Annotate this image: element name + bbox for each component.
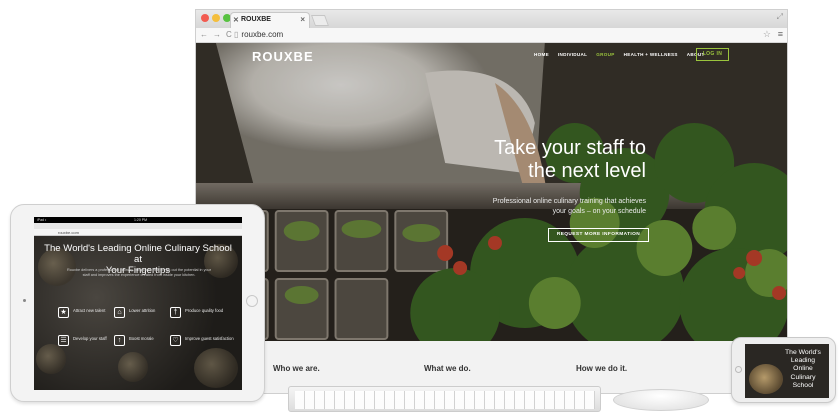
window-controls — [201, 14, 231, 22]
tablet-subtitle: Rouxbe delivers a professional culinary … — [50, 268, 228, 278]
feature-quality-food[interactable]: † Produce quality food — [170, 305, 240, 323]
phone-title-line3: Online — [793, 365, 813, 373]
how-we-do-it-link[interactable]: How we do it. — [576, 364, 627, 373]
site-logo[interactable]: ROUXBE — [252, 49, 314, 64]
fullscreen-icon[interactable]: ⤢ — [777, 12, 783, 22]
browser-tab-bar: ✕ ROUXBE × ⤢ — [196, 10, 787, 28]
hero-section: ROUXBE HOME INDIVIDUAL GROUP HEALTH + WE… — [196, 43, 787, 341]
tablet-carrier: iPad • — [37, 218, 47, 222]
tablet-home-button[interactable] — [246, 295, 258, 307]
phone-title-line1: The World's — [785, 349, 821, 356]
browser-tab[interactable]: ✕ ROUXBE × — [230, 12, 310, 28]
feature-label: Produce quality food — [185, 308, 224, 313]
hero-subtitle-line1: Professional online culinary training th… — [492, 198, 646, 205]
nav-individual[interactable]: INDIVIDUAL — [558, 52, 587, 57]
tablet-camera — [23, 299, 26, 302]
phone-home-button[interactable] — [735, 366, 742, 373]
phone-device: The World's Leading Online Culinary Scho… — [731, 337, 836, 403]
chart-icon: ☰ — [58, 335, 69, 346]
phone-title-line5: School — [792, 381, 814, 389]
site-top-nav: HOME INDIVIDUAL GROUP HEALTH + WELLNESS … — [534, 52, 705, 57]
tablet-url-text: rouxbe.com — [58, 230, 79, 235]
star-icon: ★ — [58, 307, 69, 318]
login-button[interactable]: LOG IN — [696, 48, 729, 61]
browser-tab-title: ROUXBE — [241, 16, 271, 23]
heart-icon: ♡ — [170, 335, 181, 346]
browser-menu-icon[interactable]: ≡ — [778, 29, 783, 39]
nav-group[interactable]: GROUP — [596, 52, 614, 57]
tablet-subtitle-line2: staff and improves the experience create… — [82, 273, 196, 277]
close-window-button[interactable] — [201, 14, 209, 22]
hero-kitchen-photo — [196, 43, 787, 341]
forward-arrow-icon[interactable]: → — [213, 30, 221, 39]
hero-title-line1: Take your staff to — [494, 137, 646, 159]
nav-health-wellness[interactable]: HEALTH + WELLNESS — [624, 52, 678, 57]
tablet-address-bar[interactable]: rouxbe.com — [34, 229, 242, 236]
rouxbe-favicon-icon: ✕ — [233, 17, 239, 24]
tablet-screen: iPad • 1:20 PM rouxbe.com The World's Le… — [34, 217, 242, 390]
phone-title: The World's Leading Online Culinary Scho… — [779, 349, 827, 390]
page-icon: ▯ — [234, 30, 239, 39]
device-mockup-scene: ✕ ROUXBE × ⤢ ← → C ▯ rouxbe.com ☆ ≡ ROUX… — [0, 0, 839, 414]
feature-label: Improve guest satisfaction — [185, 336, 234, 341]
phone-screen: The World's Leading Online Culinary Scho… — [745, 344, 829, 398]
tablet-title-line1: The World's Leading Online Culinary Scho… — [44, 243, 232, 265]
url-field[interactable]: ▯ rouxbe.com — [234, 30, 283, 39]
nav-home[interactable]: HOME — [534, 52, 549, 57]
bowl-image — [194, 348, 238, 388]
what-we-do-link[interactable]: What we do. — [424, 364, 471, 373]
url-text: rouxbe.com — [241, 30, 284, 39]
keyboard-keys — [295, 391, 595, 409]
browser-nav-buttons: ← → C — [200, 30, 232, 39]
phone-title-line2: Leading — [790, 357, 816, 365]
phone-title-line4: Culinary — [790, 373, 816, 381]
who-we-are-link[interactable]: Who we are. — [273, 364, 320, 373]
rouxbe-website: ROUXBE HOME INDIVIDUAL GROUP HEALTH + WE… — [196, 43, 787, 393]
tablet-clock: 1:20 PM — [134, 218, 148, 222]
utensils-icon: † — [170, 307, 181, 318]
new-tab-button[interactable] — [310, 15, 330, 26]
feature-guest-satisfaction[interactable]: ♡ Improve guest satisfaction — [170, 333, 240, 351]
arrow-up-icon: ↑ — [114, 335, 125, 346]
back-arrow-icon[interactable]: ← — [200, 30, 208, 39]
tab-close-icon[interactable]: × — [300, 15, 305, 24]
hero-title: Take your staff to the next level — [466, 137, 646, 183]
desktop-browser-window: ✕ ROUXBE × ⤢ ← → C ▯ rouxbe.com ☆ ≡ ROUX… — [195, 9, 788, 394]
food-bowl-image — [749, 364, 783, 394]
request-info-button[interactable]: REQUEST MORE INFORMATION — [548, 228, 649, 242]
hero-title-line2: the next level — [528, 160, 646, 182]
mouse — [613, 389, 709, 411]
bookmark-star-icon[interactable]: ☆ — [763, 29, 771, 40]
hero-subtitle-line2: your goals – on your schedule — [552, 208, 646, 215]
tablet-device: iPad • 1:20 PM rouxbe.com The World's Le… — [10, 204, 265, 402]
hero-subtitle: Professional online culinary training th… — [482, 197, 646, 217]
browser-address-bar: ← → C ▯ rouxbe.com ☆ ≡ — [196, 28, 787, 43]
minimize-window-button[interactable] — [212, 14, 220, 22]
bowl-image — [118, 352, 148, 382]
reload-icon[interactable]: C — [226, 30, 232, 39]
house-icon: ⌂ — [114, 307, 125, 318]
keyboard — [288, 386, 601, 412]
